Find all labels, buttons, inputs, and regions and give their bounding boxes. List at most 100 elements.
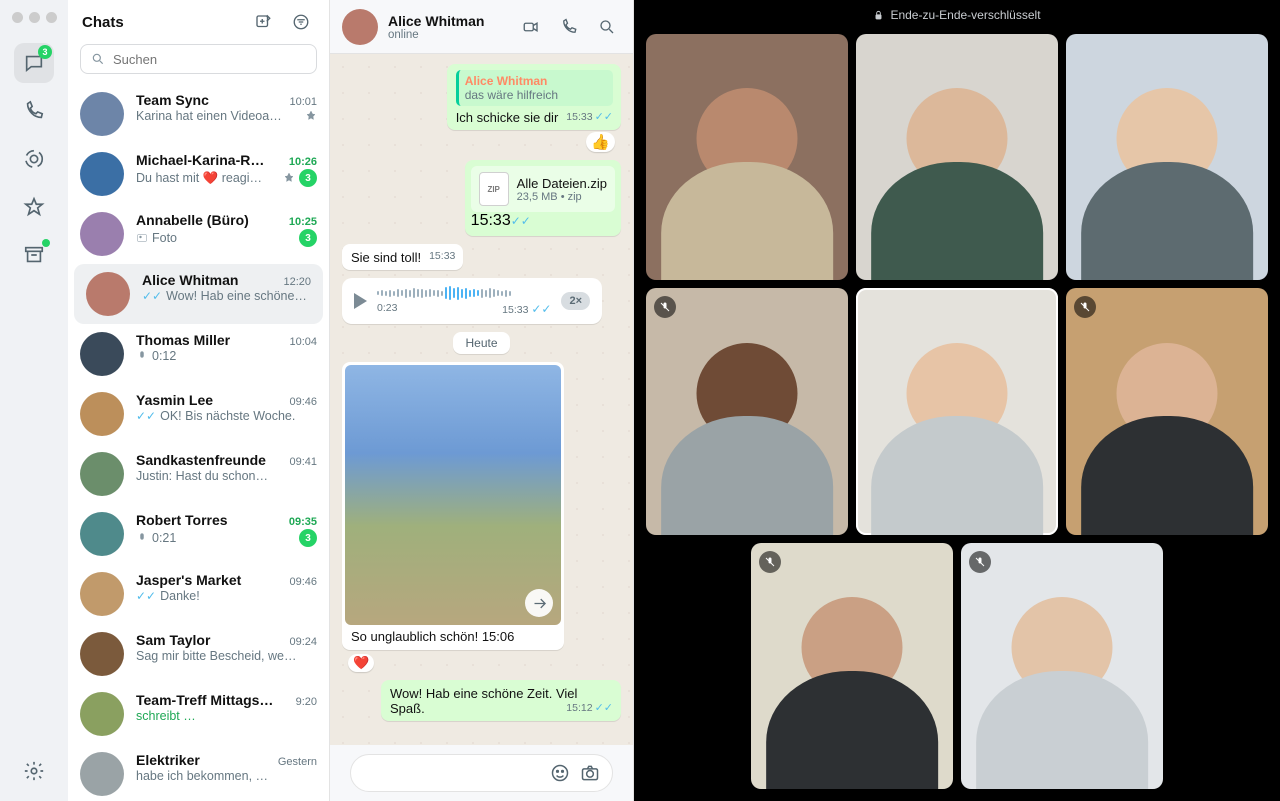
message-out-reply[interactable]: Alice Whitman das wäre hilfreich Ich sch… [447, 64, 621, 130]
chat-preview: Wow! Hab eine schöne… [166, 289, 311, 303]
rail-status[interactable] [14, 139, 54, 179]
forward-button[interactable] [525, 589, 553, 617]
read-ticks-icon: ✓✓ [595, 701, 613, 714]
reaction-thumbs[interactable]: 👍 [586, 132, 615, 152]
chat-item[interactable]: Sam Taylor09:24Sag mir bitte Bescheid, w… [68, 624, 329, 684]
chat-name: Yasmin Lee [136, 392, 283, 408]
call-tile[interactable] [1066, 34, 1268, 280]
camera-button[interactable] [580, 763, 600, 783]
call-tile[interactable] [751, 543, 953, 789]
call-tile[interactable] [646, 34, 848, 280]
composer-input-pill[interactable] [350, 754, 613, 792]
file-meta: 23,5 MB • zip [517, 191, 607, 203]
chat-search-input[interactable] [113, 52, 306, 67]
call-tile[interactable] [856, 288, 1058, 534]
call-tile[interactable] [856, 34, 1058, 280]
chat-preview: schreibt … [136, 709, 317, 723]
chat-item[interactable]: Robert Torres09:35 0:213 [68, 504, 329, 564]
archive-dot-icon [42, 239, 50, 247]
chat-avatar [86, 272, 130, 316]
message-voice[interactable]: 0:23 15:33 ✓✓ 2× [342, 278, 602, 324]
chat-preview: Du hast mit ❤️ reagi… [136, 171, 279, 186]
chat-avatar [80, 752, 124, 796]
search-icon [91, 52, 105, 66]
chat-list-scroll[interactable]: Team Sync10:01Karina hat einen Videoa…Mi… [68, 84, 329, 801]
chat-item[interactable]: Thomas Miller10:04 0:12 [68, 324, 329, 384]
chat-list-title: Chats [82, 14, 239, 31]
mic-icon [136, 350, 148, 362]
chat-preview: 0:21 [152, 531, 295, 545]
chat-time: 12:20 [283, 276, 311, 288]
chat-preview: Karina hat einen Videoa… [136, 109, 301, 123]
chat-name: Thomas Miller [136, 332, 283, 348]
chat-item[interactable]: Yasmin Lee09:46✓✓ OK! Bis nächste Woche. [68, 384, 329, 444]
rail-settings[interactable] [14, 751, 54, 791]
chat-preview: Justin: Hast du schon… [136, 469, 317, 483]
contact-avatar[interactable] [342, 9, 378, 45]
rail-archive[interactable] [14, 235, 54, 275]
chat-item[interactable]: ElektrikerGesternhabe ich bekommen, … [68, 744, 329, 801]
voice-speed-button[interactable]: 2× [561, 292, 590, 310]
message-file[interactable]: ZIP Alle Dateien.zip 23,5 MB • zip 15:33… [465, 160, 621, 236]
unread-badge: 3 [299, 529, 317, 547]
filter-button[interactable] [287, 8, 315, 36]
chat-time: 09:24 [289, 636, 317, 648]
pin-icon [305, 110, 317, 122]
rail-starred[interactable] [14, 187, 54, 227]
chat-search-box[interactable] [80, 44, 317, 74]
voice-play-button[interactable] [354, 293, 367, 309]
chat-search [68, 44, 329, 84]
read-ticks-icon: ✓✓ [136, 589, 156, 603]
app-rail: 3 [0, 0, 68, 801]
chat-item[interactable]: Michael-Karina-R…10:26Du hast mit ❤️ rea… [68, 144, 329, 204]
chat-name: Sam Taylor [136, 632, 283, 648]
voice-waveform[interactable] [377, 286, 551, 300]
photo-caption: So unglaublich schön! [351, 629, 478, 644]
conversation-body[interactable]: Alice Whitman das wäre hilfreich Ich sch… [330, 54, 633, 745]
chat-name: Team Sync [136, 92, 283, 108]
message-out[interactable]: Wow! Hab eine schöne Zeit. Viel Spaß. 15… [381, 680, 621, 721]
message-text: Wow! Hab eine schöne Zeit. Viel Spaß. [390, 686, 577, 716]
call-tile[interactable] [646, 288, 848, 534]
chat-item[interactable]: Team-Treff Mittags…9:20schreibt … [68, 684, 329, 744]
chat-item[interactable]: Jasper's Market09:46✓✓ Danke! [68, 564, 329, 624]
voice-call-button[interactable] [555, 13, 583, 41]
conv-search-button[interactable] [593, 13, 621, 41]
reaction-heart[interactable]: ❤️ [348, 654, 374, 672]
window-traffic-lights[interactable] [12, 12, 57, 23]
composer-input[interactable] [363, 766, 540, 781]
rail-chats[interactable]: 3 [14, 43, 54, 83]
read-ticks-icon: ✓✓ [531, 302, 551, 316]
chat-item[interactable]: Annabelle (Büro)10:25 Foto3 [68, 204, 329, 264]
rail-chats-badge: 3 [38, 45, 52, 59]
chat-time: 09:46 [289, 396, 317, 408]
chat-name: Alice Whitman [142, 272, 277, 288]
chat-preview: Danke! [160, 589, 317, 603]
chat-item[interactable]: Sandkastenfreunde09:41Justin: Hast du sc… [68, 444, 329, 504]
chat-list-pane: Chats Team Sync10:01Karina hat einen Vid… [68, 0, 330, 801]
message-time: 15:12 [566, 702, 592, 714]
composer [330, 745, 633, 801]
message-time: 15:33 [471, 212, 511, 229]
call-tile[interactable] [1066, 288, 1268, 534]
new-chat-button[interactable] [249, 8, 277, 36]
video-call-button[interactable] [517, 13, 545, 41]
chat-avatar [80, 512, 124, 556]
chat-name: Robert Torres [136, 512, 283, 528]
emoji-button[interactable] [550, 763, 570, 783]
chat-avatar [80, 692, 124, 736]
message-in[interactable]: Sie sind toll! 15:33 [342, 244, 463, 270]
chat-avatar [80, 632, 124, 676]
day-separator: Heute [453, 332, 509, 354]
contact-title-block[interactable]: Alice Whitman online [388, 13, 507, 41]
chat-avatar [80, 332, 124, 376]
photo-image[interactable] [345, 365, 561, 625]
lock-icon [873, 10, 884, 21]
call-tile[interactable] [961, 543, 1163, 789]
chat-item[interactable]: Alice Whitman12:20✓✓ Wow! Hab eine schön… [74, 264, 323, 324]
message-photo[interactable]: So unglaublich schön! 15:06 [342, 362, 564, 650]
chat-avatar [80, 392, 124, 436]
rail-calls[interactable] [14, 91, 54, 131]
message-time: 15:06 [482, 629, 515, 644]
chat-item[interactable]: Team Sync10:01Karina hat einen Videoa… [68, 84, 329, 144]
